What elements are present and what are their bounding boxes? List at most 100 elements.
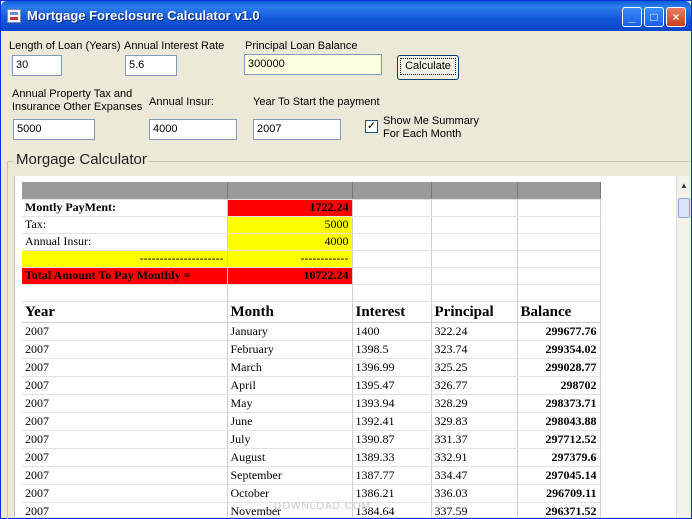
table-row: 2007 February 1398.5 323.74 299354.02 bbox=[22, 340, 601, 359]
cell-year: 2007 bbox=[22, 502, 228, 517]
cell-balance: 298373.71 bbox=[517, 394, 601, 413]
cell-month: June bbox=[227, 412, 353, 431]
cell-month: January bbox=[227, 322, 353, 341]
minimize-button[interactable]: _ bbox=[622, 7, 642, 27]
cell-interest: 1387.77 bbox=[352, 466, 432, 485]
cell-balance: 299677.76 bbox=[517, 322, 601, 341]
cell-interest: 1400 bbox=[352, 322, 432, 341]
calculate-button-label: Calculate bbox=[400, 58, 456, 75]
loan-length-label: Length of Loan (Years) bbox=[9, 40, 121, 52]
app-icon bbox=[7, 9, 21, 23]
cell-principal: 322.24 bbox=[431, 322, 518, 341]
client-area: Length of Loan (Years) 30 Annual Interes… bbox=[4, 31, 690, 519]
calculate-button[interactable]: Calculate bbox=[397, 55, 459, 80]
cell-principal: 337.59 bbox=[431, 502, 518, 517]
property-tax-label-1: Annual Property Tax and bbox=[12, 88, 133, 100]
loan-length-field[interactable]: 30 bbox=[12, 55, 62, 76]
group-legend: Morgage Calculator bbox=[14, 151, 149, 168]
tax-label: Tax: bbox=[22, 216, 228, 234]
table-row: 2007 September 1387.77 334.47 297045.14 bbox=[22, 466, 601, 485]
cell-principal: 329.83 bbox=[431, 412, 518, 431]
separator-left: --------------------- bbox=[22, 250, 228, 268]
cell-year: 2007 bbox=[22, 466, 228, 485]
cell-year: 2007 bbox=[22, 322, 228, 341]
annual-insur-field[interactable]: 4000 bbox=[149, 119, 237, 140]
cell-principal: 336.03 bbox=[431, 484, 518, 503]
separator-right: ------------ bbox=[227, 250, 353, 268]
cell-principal: 332.91 bbox=[431, 448, 518, 467]
table-row: 2007 March 1396.99 325.25 299028.77 bbox=[22, 358, 601, 377]
window-title: Mortgage Foreclosure Calculator v1.0 bbox=[27, 8, 260, 23]
table-row: 2007 April 1395.47 326.77 298702 bbox=[22, 376, 601, 395]
cell-principal: 325.25 bbox=[431, 358, 518, 377]
title-bar[interactable]: Mortgage Foreclosure Calculator v1.0 _ □… bbox=[1, 1, 691, 31]
summary-checkbox-label-1: Show Me Summary bbox=[383, 115, 479, 127]
vertical-scrollbar[interactable]: ▲ bbox=[676, 176, 690, 517]
property-tax-label-2: Insurance Other Expanses bbox=[12, 101, 143, 113]
header-balance: Balance bbox=[517, 301, 601, 323]
table-row: 2007 June 1392.41 329.83 298043.88 bbox=[22, 412, 601, 431]
header-principal: Principal bbox=[431, 301, 518, 323]
cell-balance: 296371.52 bbox=[517, 502, 601, 517]
interest-rate-field[interactable]: 5.6 bbox=[125, 55, 177, 76]
close-button[interactable]: × bbox=[666, 7, 686, 27]
insur-row: Annual Insur: 4000 bbox=[22, 233, 601, 251]
app-window: Mortgage Foreclosure Calculator v1.0 _ □… bbox=[0, 0, 692, 519]
cell-month: September bbox=[227, 466, 353, 485]
cell-year: 2007 bbox=[22, 358, 228, 377]
tax-value: 5000 bbox=[227, 216, 353, 234]
cell-month: July bbox=[227, 430, 353, 449]
cell-month: February bbox=[227, 340, 353, 359]
cell-interest: 1390.87 bbox=[352, 430, 432, 449]
monthly-payment-row: Montly PayMent: 1722.24 bbox=[22, 199, 601, 217]
start-year-field[interactable]: 2007 bbox=[253, 119, 341, 140]
cell-interest: 1393.94 bbox=[352, 394, 432, 413]
schedule-header-row: Year Month Interest Principal Balance bbox=[22, 301, 601, 323]
cell-principal: 328.29 bbox=[431, 394, 518, 413]
cell-interest: 1392.41 bbox=[352, 412, 432, 431]
principal-field[interactable]: 300000 bbox=[244, 54, 382, 75]
property-tax-field[interactable]: 5000 bbox=[13, 119, 95, 140]
cell-principal: 323.74 bbox=[431, 340, 518, 359]
scroll-thumb[interactable] bbox=[678, 198, 690, 218]
cell-balance: 297379.6 bbox=[517, 448, 601, 467]
cell-year: 2007 bbox=[22, 412, 228, 431]
table-row: 2007 July 1390.87 331.37 297712.52 bbox=[22, 430, 601, 449]
report-view[interactable]: Montly PayMent: 1722.24 Tax: 5000 Annual… bbox=[14, 176, 676, 517]
table-row: 2007 May 1393.94 328.29 298373.71 bbox=[22, 394, 601, 413]
header-year: Year bbox=[22, 301, 228, 323]
cell-year: 2007 bbox=[22, 484, 228, 503]
summary-checkbox-label-2: For Each Month bbox=[383, 128, 462, 140]
blank-row bbox=[22, 284, 601, 302]
maximize-button[interactable]: □ bbox=[644, 7, 664, 27]
total-label: Total Amount To Pay Monthly = bbox=[22, 267, 228, 285]
cell-month: October bbox=[227, 484, 353, 503]
separator-row: --------------------- ------------ bbox=[22, 250, 601, 268]
summary-checkbox[interactable]: ✓ bbox=[365, 120, 378, 133]
cell-interest: 1389.33 bbox=[352, 448, 432, 467]
cell-balance: 298043.88 bbox=[517, 412, 601, 431]
cell-month: August bbox=[227, 448, 353, 467]
monthly-payment-value: 1722.24 bbox=[227, 199, 353, 217]
cell-interest: 1396.99 bbox=[352, 358, 432, 377]
start-year-label: Year To Start the payment bbox=[253, 96, 380, 108]
table-row: 2007 January 1400 322.24 299677.76 bbox=[22, 322, 601, 341]
scroll-up-arrow-icon[interactable]: ▲ bbox=[677, 180, 691, 192]
cell-principal: 326.77 bbox=[431, 376, 518, 395]
cell-month: March bbox=[227, 358, 353, 377]
cell-year: 2007 bbox=[22, 448, 228, 467]
cell-principal: 334.47 bbox=[431, 466, 518, 485]
insur-label: Annual Insur: bbox=[22, 233, 228, 251]
total-value: 10722.24 bbox=[227, 267, 353, 285]
cell-year: 2007 bbox=[22, 394, 228, 413]
annual-insur-label: Annual Insur: bbox=[149, 96, 214, 108]
cell-balance: 299028.77 bbox=[517, 358, 601, 377]
total-row: Total Amount To Pay Monthly = 10722.24 bbox=[22, 267, 601, 285]
monthly-payment-label: Montly PayMent: bbox=[22, 199, 228, 217]
gray-header-row bbox=[22, 182, 601, 200]
cell-month: May bbox=[227, 394, 353, 413]
cell-balance: 298702 bbox=[517, 376, 601, 395]
header-interest: Interest bbox=[352, 301, 432, 323]
insur-value: 4000 bbox=[227, 233, 353, 251]
table-row: 2007 August 1389.33 332.91 297379.6 bbox=[22, 448, 601, 467]
